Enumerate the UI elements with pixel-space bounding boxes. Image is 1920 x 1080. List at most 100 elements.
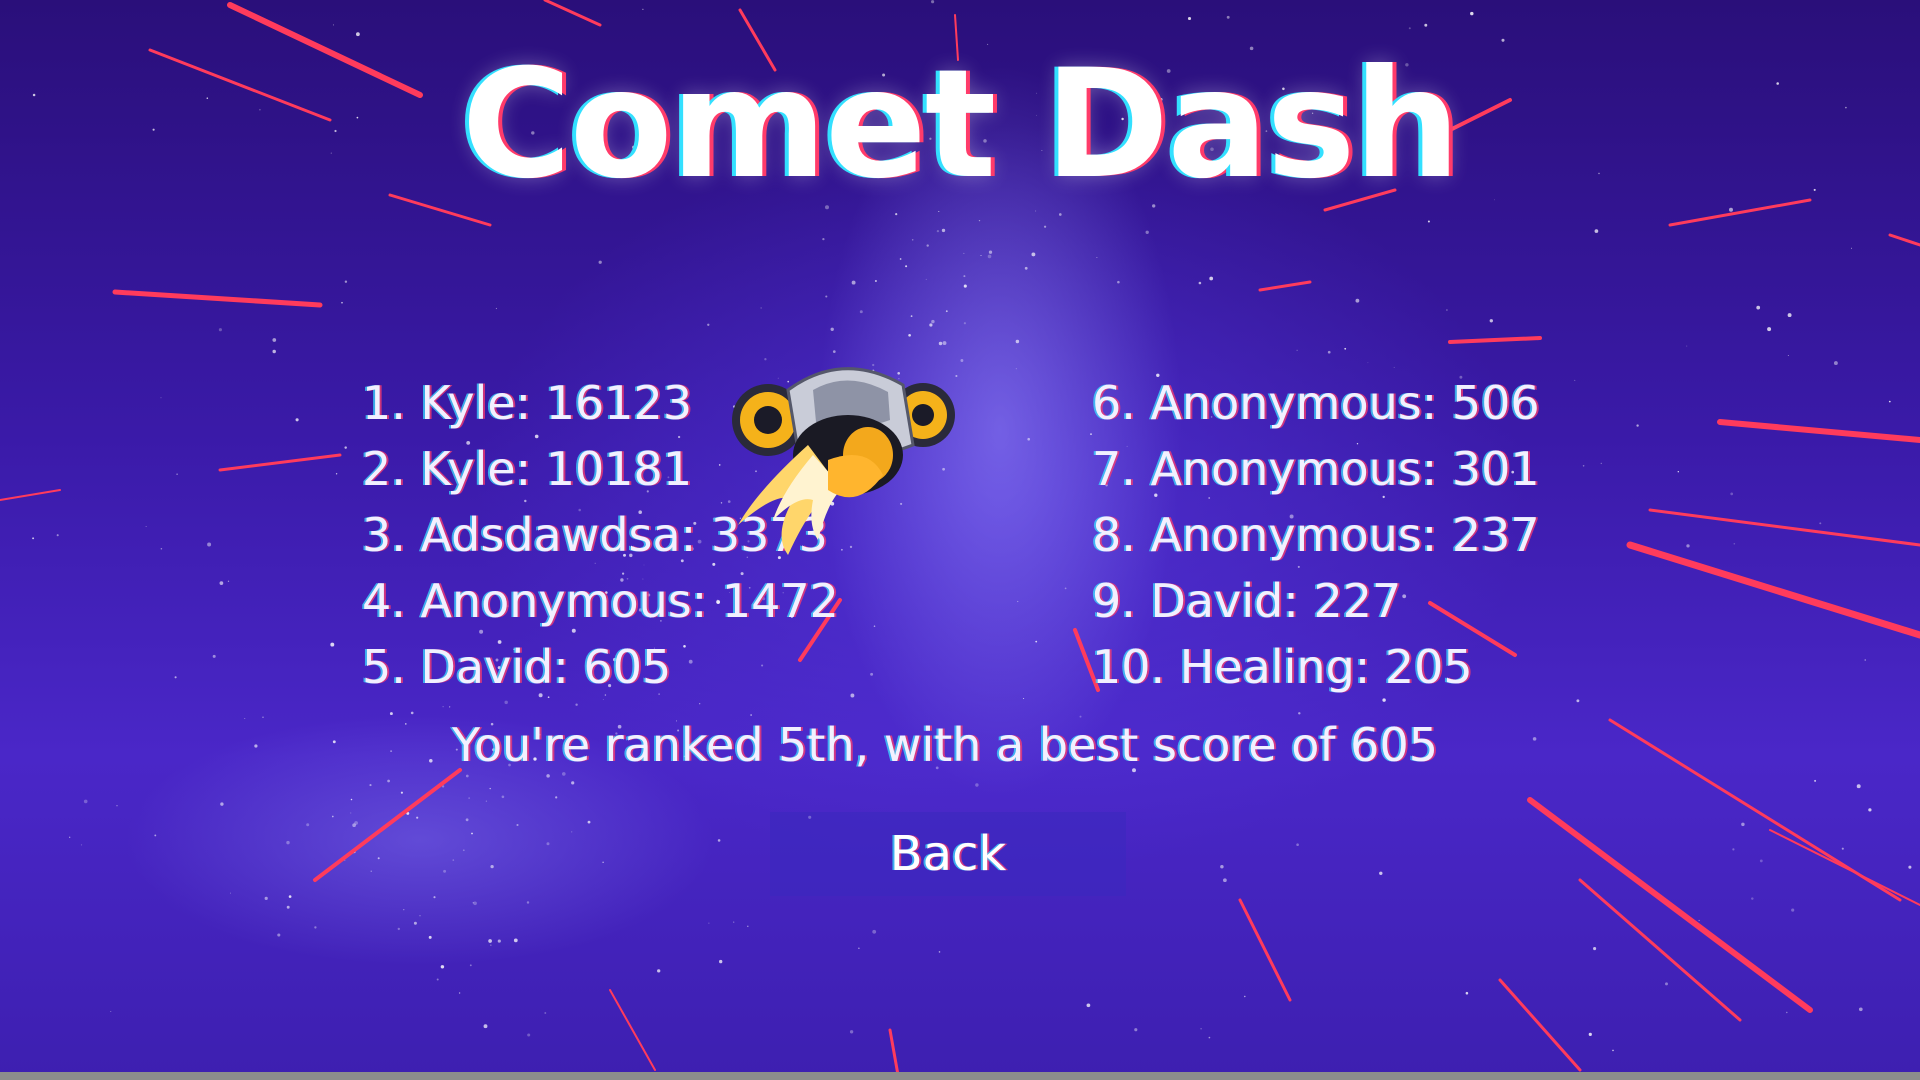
star — [931, 319, 935, 324]
star — [32, 537, 35, 540]
star — [1636, 424, 1639, 427]
star — [1665, 982, 1668, 986]
star — [306, 823, 310, 827]
star — [925, 278, 927, 280]
star — [851, 280, 856, 285]
leaderboard-entry: 9. David: 227 — [1092, 574, 1402, 628]
star — [400, 791, 403, 794]
star — [708, 922, 710, 924]
star — [1427, 220, 1430, 223]
star — [1134, 1028, 1138, 1032]
star — [458, 992, 461, 994]
star — [963, 322, 966, 325]
star — [938, 951, 941, 953]
leaderboard-right-column: 6. Anonymous: 506 7. Anonymous: 301 8. A… — [1092, 370, 1540, 700]
star — [1035, 640, 1038, 643]
star — [642, 8, 644, 10]
star — [1379, 871, 1383, 875]
star — [544, 1012, 547, 1014]
star — [264, 896, 268, 901]
star — [561, 772, 566, 776]
star — [1145, 230, 1149, 234]
star — [733, 921, 735, 923]
star — [341, 301, 343, 304]
star — [410, 711, 414, 715]
star — [176, 473, 178, 476]
star — [1208, 1036, 1211, 1039]
star — [468, 797, 470, 799]
star — [1223, 878, 1227, 883]
star — [1244, 995, 1246, 998]
star — [707, 323, 710, 326]
star — [471, 832, 473, 835]
star — [1445, 309, 1448, 311]
star — [272, 338, 277, 342]
star — [1344, 347, 1347, 350]
star — [220, 802, 224, 806]
star — [1198, 281, 1202, 285]
star — [207, 542, 212, 547]
star — [963, 284, 967, 288]
star — [344, 446, 347, 449]
star — [1819, 522, 1822, 525]
star — [465, 818, 469, 822]
star — [1730, 492, 1734, 496]
star — [699, 703, 701, 705]
star — [1908, 865, 1912, 869]
star — [1408, 27, 1411, 30]
star — [403, 909, 405, 911]
star — [277, 933, 281, 937]
star — [1465, 991, 1469, 995]
star — [1064, 587, 1067, 590]
star — [1086, 1003, 1091, 1008]
star — [587, 820, 591, 824]
star — [1756, 305, 1761, 310]
star — [717, 839, 721, 842]
star — [436, 978, 439, 981]
star — [858, 947, 860, 949]
star — [941, 228, 946, 233]
star — [1787, 354, 1789, 356]
star — [870, 672, 874, 676]
star — [895, 213, 898, 216]
star — [83, 799, 88, 804]
star — [1327, 350, 1331, 354]
star — [936, 229, 940, 233]
star — [1031, 252, 1036, 257]
star — [1015, 339, 1020, 344]
star — [910, 315, 913, 317]
star — [332, 24, 334, 26]
star — [1574, 379, 1576, 381]
star — [1767, 327, 1772, 332]
star — [1424, 23, 1428, 27]
star — [442, 706, 444, 708]
star — [497, 939, 501, 943]
star — [229, 892, 232, 894]
star — [822, 237, 825, 241]
star — [849, 1030, 854, 1034]
star — [830, 327, 834, 331]
star — [314, 926, 317, 929]
star — [1698, 919, 1700, 921]
leaderboard-entry: 10. Healing: 205 — [1092, 640, 1473, 694]
star — [1751, 897, 1754, 900]
star — [1043, 225, 1047, 228]
star — [1058, 213, 1062, 216]
star — [1117, 280, 1120, 284]
star — [980, 255, 982, 256]
star — [488, 939, 492, 943]
back-button[interactable]: Back — [770, 812, 1126, 896]
star — [526, 901, 530, 904]
star — [286, 840, 290, 845]
star — [227, 580, 230, 582]
star — [1741, 822, 1745, 827]
star — [389, 712, 393, 716]
star — [963, 275, 966, 278]
star — [1888, 400, 1891, 403]
game-title: Comet Dash — [461, 38, 1461, 212]
star — [350, 798, 353, 801]
star — [272, 349, 276, 354]
star — [116, 804, 118, 807]
star — [1187, 16, 1192, 21]
star — [174, 676, 177, 679]
